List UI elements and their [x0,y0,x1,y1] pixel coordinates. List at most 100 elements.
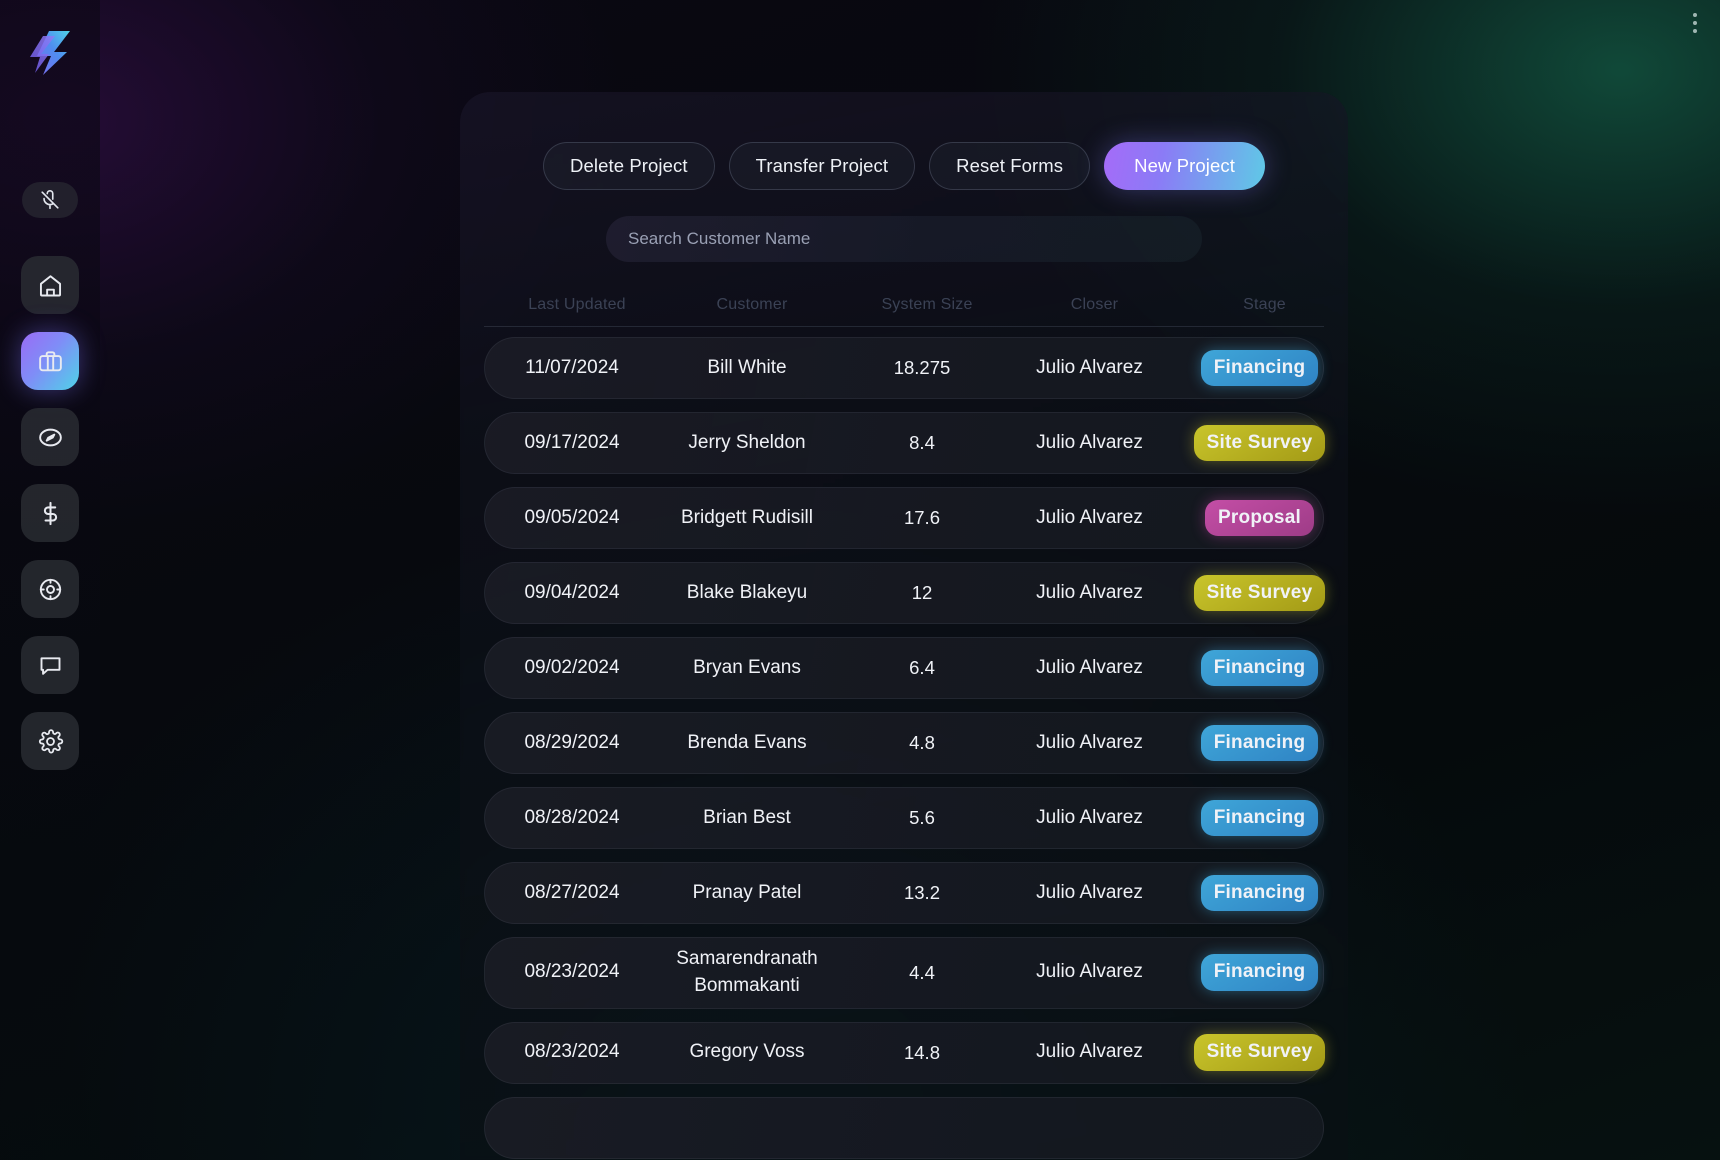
table-row[interactable]: 09/05/2024 Bridgett Rudisill 17.6 Julio Alv… [484,487,1324,549]
cell-stage [1182,1114,1337,1141]
search-row [484,216,1324,262]
chat-bubble-icon [40,656,60,675]
table-row[interactable] [484,1096,1324,1159]
cell-last-updated: 09/17/2024 [524,431,620,453]
home-icon [39,274,61,296]
cell-closer: Julio Alvarez [1036,581,1143,603]
cell-closer: Julio Alvarez [1036,656,1143,678]
cell-customer: Brenda Evans [687,731,807,753]
status-badge: Site Survey [1193,424,1326,462]
cell-customer: Brian Best [703,806,791,828]
transfer-project-button[interactable]: Transfer Project [728,142,916,190]
cell-last-updated: 08/23/2024 [524,1041,620,1063]
sidebar-item-messages[interactable] [21,636,79,694]
table-row[interactable]: 08/23/2024 Gregory Voss 14.8 Julio Alvarez S… [484,1021,1326,1084]
status-badge: Financing [1200,349,1319,387]
cell-system-size: 5.6 [909,806,935,828]
cell-stage: Site Survey [1182,574,1337,612]
cell-system-size: 4.4 [909,961,935,983]
cell-system-size: 12 [911,581,933,603]
cell-closer: Julio Alvarez [1036,1041,1143,1063]
cell-last-updated: 08/23/2024 [524,961,620,983]
cell-system-size: 4.8 [909,731,935,753]
dollar-icon [43,501,57,525]
microphone-off-icon[interactable] [22,182,78,218]
projects-panel: Delete Project Transfer Project Reset Fo… [460,92,1348,1160]
cell-closer: Julio Alvarez [1036,806,1143,828]
sidebar-item-finance[interactable] [21,484,79,542]
new-project-button[interactable]: New Project [1104,142,1265,190]
sidebar-item-projects[interactable] [21,332,79,390]
status-badge: Proposal [1205,499,1314,537]
toolbar: Delete Project Transfer Project Reset Fo… [484,142,1324,190]
sidebar [0,0,100,1160]
cell-last-updated: 08/27/2024 [524,881,620,903]
cell-system-size: 14.8 [903,1041,940,1063]
cell-closer: Julio Alvarez [1036,881,1143,903]
cell-stage: Financing [1182,724,1337,762]
app-root: Delete Project Transfer Project Reset Fo… [0,0,1720,1160]
cell-closer: Julio Alvarez [1036,506,1143,528]
table-row[interactable]: 09/17/2024 Jerry Sheldon 8.4 Julio Alvarez S… [484,412,1326,474]
sidebar-item-home[interactable] [21,256,79,314]
cell-stage: Financing [1182,349,1337,387]
briefcase-icon [38,350,62,371]
table-row[interactable]: 08/28/2024 Brian Best 5.6 Julio Alvarez Fina… [484,787,1324,849]
status-badge: Financing [1200,954,1319,992]
column-header-last-updated: Last Updated [528,296,626,313]
status-badge: Financing [1200,649,1319,687]
compass-icon [38,428,62,446]
column-header-stage: Stage [1243,296,1286,313]
cell-customer: Bryan Evans [693,656,801,678]
table-row[interactable]: 08/27/2024 Pranay Patel 13.2 Julio Alvarez F… [484,862,1324,924]
cell-last-updated: 11/07/2024 [525,356,619,378]
cell-closer: Julio Alvarez [1036,961,1143,983]
cell-stage: Proposal [1182,499,1337,537]
table-body: 11/07/2024 Bill White 18.275 Julio Alvarez F… [484,337,1326,1159]
cell-system-size: 17.6 [903,506,940,528]
cell-stage: Financing [1182,874,1337,912]
sidebar-item-targets[interactable] [21,560,79,618]
kebab-dot [1693,29,1697,33]
cell-closer: Julio Alvarez [1036,731,1143,753]
delete-project-button[interactable]: Delete Project [543,142,715,190]
kebab-dot [1693,21,1697,25]
sidebar-item-settings[interactable] [21,712,79,770]
cell-customer: Jerry Sheldon [688,431,806,453]
kebab-dot [1693,13,1697,17]
cell-last-updated: 09/04/2024 [524,581,620,603]
app-logo[interactable] [27,28,73,78]
target-icon [39,578,61,600]
cell-stage: Site Survey [1182,424,1337,462]
gear-icon [38,728,63,754]
more-vertical-icon[interactable] [1682,6,1708,40]
table-row[interactable]: 09/02/2024 Bryan Evans 6.4 Julio Alvarez Fin… [484,637,1324,699]
cell-stage: Financing [1182,799,1337,837]
cell-last-updated: 09/02/2024 [524,656,620,678]
table-row[interactable]: 09/04/2024 Blake Blakeyu 12 Julio Alvarez Si… [484,562,1326,624]
column-header-system-size: System Size [881,296,973,313]
status-badge: Site Survey [1193,1034,1326,1072]
sidebar-item-explore[interactable] [21,408,79,466]
table-row[interactable]: 08/29/2024 Brenda Evans 4.8 Julio Alvarez Fi… [484,712,1324,774]
cell-stage: Financing [1182,954,1337,992]
cell-system-size: 13.2 [903,881,940,903]
column-header-closer: Closer [1070,296,1119,313]
cell-stage: Site Survey [1182,1034,1337,1072]
search-input[interactable] [606,216,1202,262]
table-row[interactable]: 11/07/2024 Bill White 18.275 Julio Alvarez F… [484,337,1324,399]
cell-customer: Bill White [707,356,787,378]
cell-stage: Financing [1182,649,1337,687]
reset-forms-button[interactable]: Reset Forms [929,142,1091,190]
cell-system-size: 8.4 [909,431,935,453]
cell-customer: Gregory Voss [689,1041,805,1063]
status-badge: Financing [1200,724,1319,762]
column-header-customer: Customer [716,296,788,313]
status-badge: Financing [1200,874,1319,912]
status-badge: Financing [1200,799,1319,837]
cell-last-updated: 08/29/2024 [524,731,620,753]
table-header-row: Last Updated Customer System Size Closer… [484,296,1324,327]
cell-last-updated: 09/05/2024 [524,506,620,528]
table-row[interactable]: 08/23/2024 Samarendranath Bommakanti 4.4 Ju… [484,937,1324,1009]
status-badge: Site Survey [1193,574,1326,612]
